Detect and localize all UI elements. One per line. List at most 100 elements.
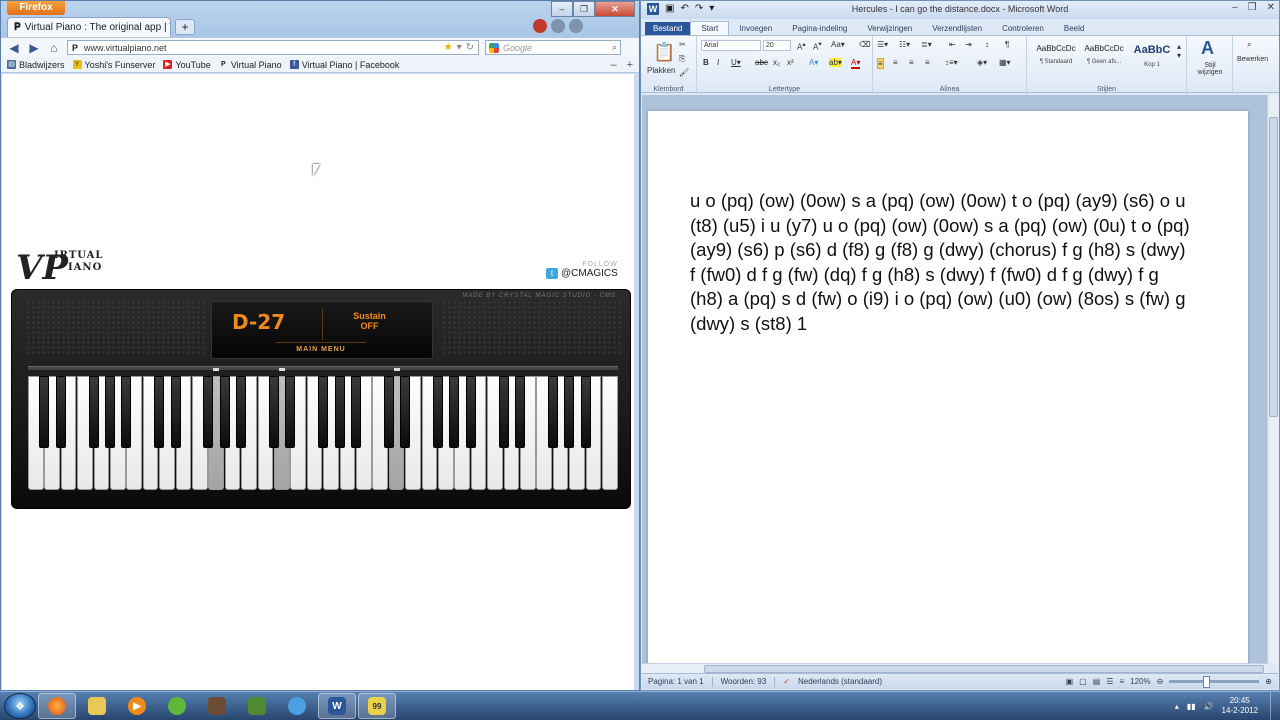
shrink-font-icon[interactable]: A▾ — [813, 40, 822, 52]
sort-icon[interactable]: ↕ — [985, 40, 989, 49]
black-key[interactable] — [203, 376, 214, 448]
italic-icon[interactable]: I — [717, 58, 719, 67]
search-bar[interactable]: Google ⌕ — [485, 40, 621, 55]
zoom-in-icon[interactable]: ⊕ — [1265, 677, 1272, 686]
increase-indent-icon[interactable]: ⇥ — [965, 40, 972, 49]
new-tab-button[interactable]: + — [175, 19, 195, 35]
highlight-icon[interactable]: ab▾ — [829, 58, 842, 67]
strikethrough-icon[interactable]: abc — [755, 58, 768, 67]
text-effects-icon[interactable]: A▾ — [809, 58, 818, 67]
taskbar-messenger[interactable] — [278, 693, 316, 719]
zoom-out-icon[interactable]: ⊖ — [1157, 677, 1164, 686]
horizontal-scroll-thumb[interactable] — [704, 665, 1264, 673]
black-key[interactable] — [547, 376, 558, 448]
url-bar[interactable]: P www.virtualpiano.net ★ ▾ ↻ — [67, 40, 479, 55]
show-desktop-button[interactable] — [1270, 691, 1280, 720]
black-key[interactable] — [351, 376, 361, 448]
black-key[interactable] — [465, 376, 476, 448]
bookmark-item-virtual-piano-facebook[interactable]: f Virtual Piano | Facebook — [289, 60, 399, 70]
dropdown-icon[interactable]: ▾ — [457, 42, 462, 53]
black-key[interactable] — [55, 376, 66, 448]
search-icon[interactable]: ⌕ — [612, 42, 617, 53]
style-kop-1[interactable]: AaBbC Kop 1 — [1129, 44, 1175, 68]
taskbar-game[interactable] — [198, 693, 236, 719]
browser-tab[interactable]: 𝐏 Virtual Piano : The original app | Vir… — [7, 17, 171, 37]
change-case-icon[interactable]: Aa▾ — [831, 40, 845, 49]
word-count[interactable]: Woorden: 93 — [721, 677, 767, 686]
web-layout-icon[interactable]: ▤ — [1093, 677, 1101, 686]
black-key[interactable] — [170, 376, 181, 448]
bookmark-item-yoshis-funserver[interactable]: Y Yoshi's Funserver — [72, 60, 155, 70]
vertical-scrollbar[interactable] — [1267, 95, 1279, 663]
black-key[interactable] — [236, 376, 247, 448]
black-key[interactable] — [219, 376, 230, 448]
taskbar-firefox[interactable] — [38, 693, 76, 719]
editing-button[interactable]: Bewerken — [1237, 56, 1268, 63]
start-button[interactable]: ❖ — [4, 693, 36, 719]
decrease-indent-icon[interactable]: ⇤ — [949, 40, 956, 49]
black-key[interactable] — [580, 376, 591, 448]
find-icon[interactable]: ⌕ — [1247, 40, 1251, 50]
align-right-icon[interactable]: ≡ — [909, 58, 914, 67]
show-marks-icon[interactable]: ¶ — [1005, 40, 1009, 49]
tab-verwijzingen[interactable]: Verwijzingen — [857, 22, 922, 35]
firefox-menu-button[interactable]: Firefox — [7, 1, 65, 15]
line-spacing-icon[interactable]: ↕≡▾ — [945, 58, 958, 67]
tray-expand-icon[interactable]: ▴ — [1175, 702, 1179, 711]
language[interactable]: Nederlands (standaard) — [798, 677, 882, 686]
multilevel-list-icon[interactable]: ≣▾ — [921, 40, 932, 49]
tab-bestand[interactable]: Bestand — [645, 22, 691, 35]
site-identity-icon[interactable]: P — [72, 43, 78, 53]
subscript-icon[interactable]: x₂ — [773, 58, 780, 67]
black-key[interactable] — [318, 376, 329, 448]
paste-icon[interactable]: 📋 — [653, 42, 675, 63]
black-key[interactable] — [105, 376, 115, 448]
minimize-button[interactable]: – — [1232, 2, 1238, 13]
black-key[interactable] — [498, 376, 509, 448]
close-button[interactable]: ✕ — [595, 1, 635, 17]
network-icon[interactable]: ▮▮ — [1187, 702, 1196, 711]
bookmark-item-bladwijzers[interactable]: ▤ Bladwijzers — [7, 60, 65, 70]
full-screen-icon[interactable]: ▢ — [1079, 677, 1087, 686]
maximize-button[interactable]: ❐ — [1248, 2, 1257, 13]
black-key[interactable] — [383, 376, 394, 448]
bullets-icon[interactable]: ☰▾ — [877, 40, 888, 49]
reload-icon[interactable]: ↻ — [466, 42, 474, 53]
borders-icon[interactable]: ▦▾ — [999, 58, 1011, 67]
sustain-toggle[interactable]: Sustain OFF — [342, 311, 397, 331]
black-key[interactable] — [564, 376, 575, 448]
tab-verzendlijsten[interactable]: Verzendlijsten — [922, 22, 992, 35]
tab-controleren[interactable]: Controleren — [992, 22, 1054, 35]
style-standaard[interactable]: AaBbCcDc ¶ Standaard — [1033, 44, 1079, 65]
forward-icon[interactable]: ▶ — [27, 41, 41, 55]
tab-beeld[interactable]: Beeld — [1054, 22, 1094, 35]
tab-start[interactable]: Start — [690, 21, 730, 35]
superscript-icon[interactable]: x² — [787, 58, 794, 67]
tab-pagina-indeling[interactable]: Pagina-indeling — [782, 22, 857, 35]
black-key[interactable] — [154, 376, 165, 448]
black-key[interactable] — [449, 376, 460, 448]
taskbar-fraps[interactable]: 99 — [358, 693, 396, 719]
zoom-slider[interactable] — [1169, 676, 1260, 688]
black-key[interactable] — [515, 376, 525, 448]
volume-icon[interactable]: 🔊 — [1204, 702, 1214, 711]
format-painter-icon[interactable]: 🖌 — [679, 68, 689, 77]
taskbar-explorer[interactable] — [78, 693, 116, 719]
copy-icon[interactable]: ⎘ — [679, 54, 685, 64]
proofing-icon[interactable]: ✓ — [783, 677, 790, 686]
numbering-icon[interactable]: ☷▾ — [899, 40, 910, 49]
addon-gear-icon[interactable] — [551, 19, 565, 33]
black-key[interactable] — [88, 376, 99, 448]
change-styles-button[interactable]: Stijl wijzigen — [1191, 62, 1229, 76]
document-page[interactable]: u o (pq) (ow) (0ow) s a (pq) (ow) (0ow) … — [648, 111, 1248, 663]
black-key[interactable] — [269, 376, 279, 448]
addon-list-icon[interactable] — [569, 19, 583, 33]
maximize-button[interactable]: ❐ — [573, 1, 595, 17]
black-key[interactable] — [400, 376, 411, 448]
bookmark-item-youtube[interactable]: ▶ YouTube — [163, 60, 211, 70]
main-menu-button[interactable]: MAIN MENU — [276, 342, 366, 353]
black-key[interactable] — [433, 376, 443, 448]
black-key[interactable] — [285, 376, 296, 448]
font-name-box[interactable]: Arial — [701, 40, 761, 51]
underline-icon[interactable]: U▾ — [731, 58, 741, 67]
